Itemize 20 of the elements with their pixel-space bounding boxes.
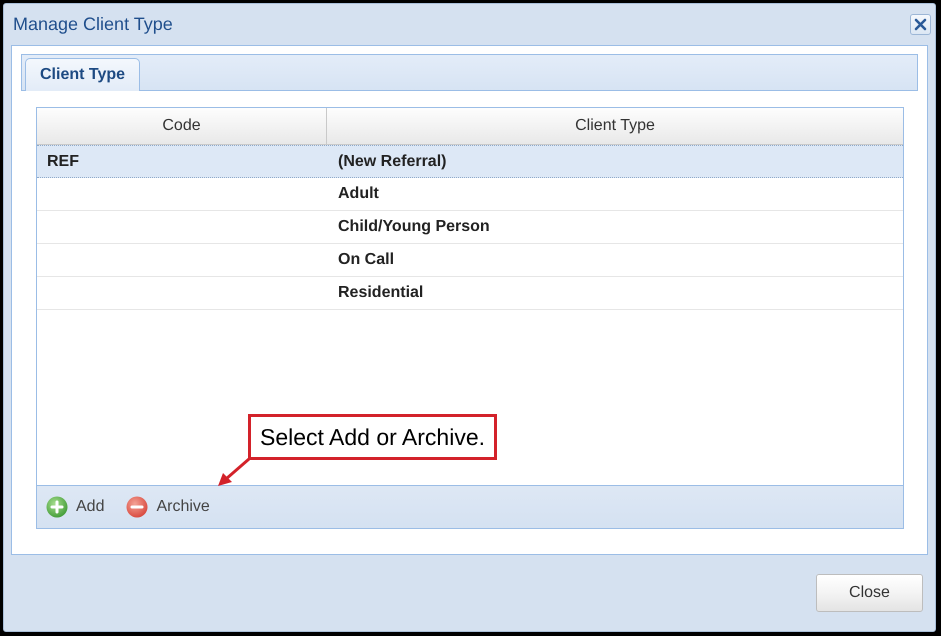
add-button[interactable]: Add — [46, 495, 104, 519]
table-cell-text: (New Referral) — [338, 152, 446, 172]
window-title: Manage Client Type — [13, 13, 173, 36]
table-cell-text: REF — [47, 152, 79, 172]
column-header[interactable]: Client Type — [327, 108, 903, 144]
close-icon — [914, 18, 927, 31]
callout-box: Select Add or Archive. — [248, 414, 498, 460]
table-cell-text: Residential — [338, 283, 424, 303]
table-cell-text: On Call — [338, 250, 394, 270]
column-header[interactable]: Code — [37, 108, 327, 144]
plus-circle-icon — [46, 496, 68, 518]
minus-circle-icon — [126, 496, 148, 518]
table-cell-text: Adult — [338, 184, 379, 204]
callout-arrow — [217, 458, 251, 487]
close-dialog-button[interactable]: Close — [816, 574, 923, 612]
close-button[interactable] — [910, 14, 931, 35]
tab[interactable]: Client Type — [25, 58, 140, 91]
archive-button[interactable]: Archive — [126, 495, 210, 519]
table-row[interactable]: REF (New Referral) — [37, 145, 903, 178]
table-cell-text: Child/Young Person — [338, 217, 490, 237]
